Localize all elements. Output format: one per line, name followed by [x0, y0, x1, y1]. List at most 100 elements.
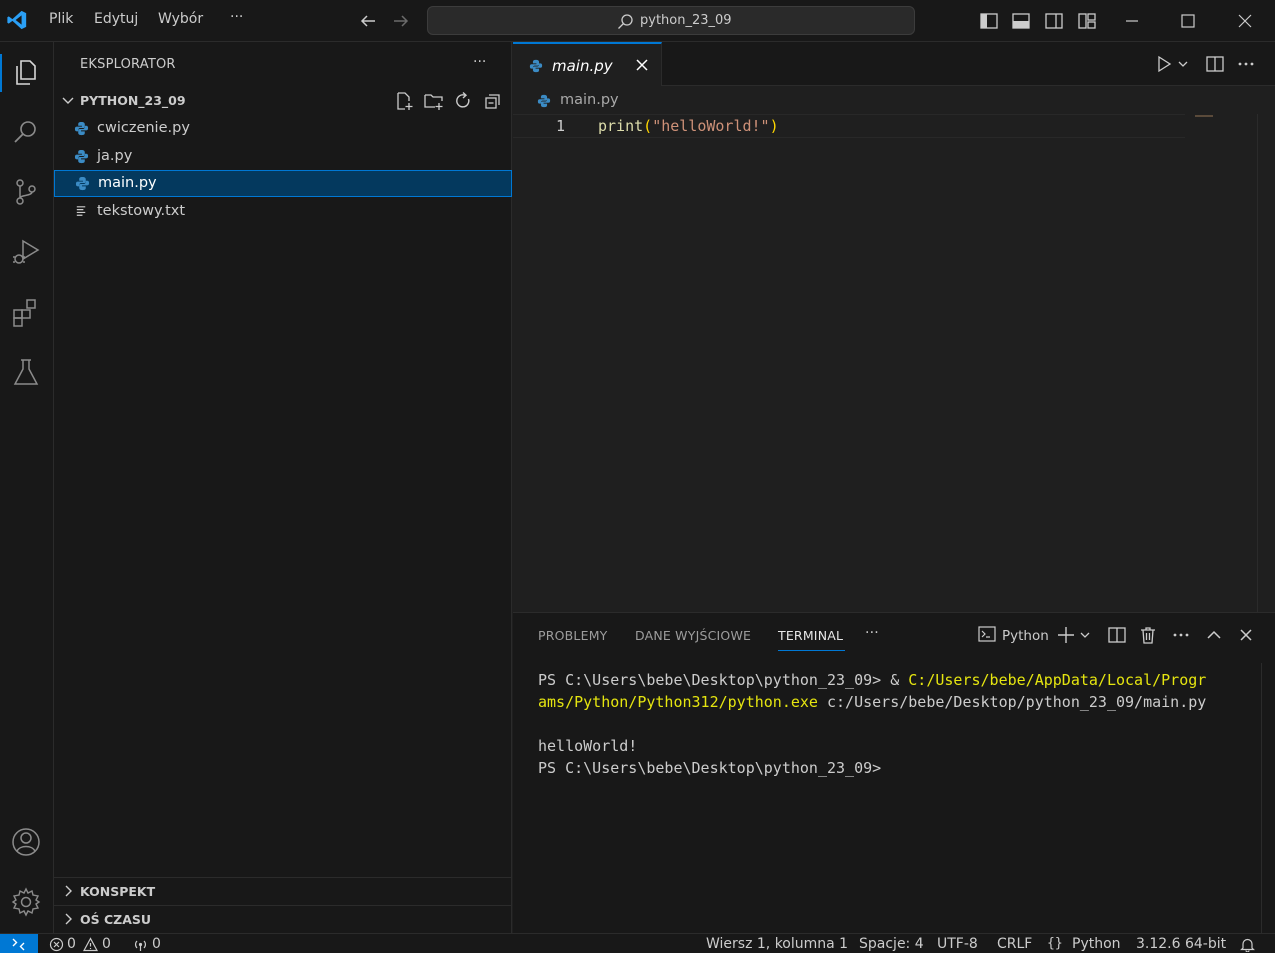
source-control-icon[interactable]	[11, 177, 41, 207]
arrow-right-icon[interactable]	[391, 11, 411, 31]
terminal-scrollbar[interactable]	[1261, 663, 1275, 934]
toggle-secondary-sidebar-icon[interactable]	[1044, 11, 1064, 31]
code-paren-open: (	[643, 117, 653, 135]
folder-name: PYTHON_23_09	[80, 93, 186, 108]
file-item[interactable]: tekstowy.txt	[54, 198, 512, 225]
file-name: tekstowy.txt	[97, 203, 186, 219]
editor-scrollbar[interactable]	[1257, 114, 1275, 612]
file-item-selected[interactable]: main.py	[54, 170, 512, 197]
active-tab-indicator	[778, 650, 845, 651]
customize-layout-icon[interactable]	[1077, 11, 1097, 31]
terminal-profile-label[interactable]: Python	[1002, 628, 1049, 644]
end-of-line[interactable]: CRLF	[997, 936, 1032, 952]
chevron-down-icon[interactable]	[1176, 54, 1190, 74]
ports-icon	[135, 940, 146, 951]
code-string: "helloWorld!"	[652, 117, 770, 135]
gear-icon[interactable]	[11, 887, 41, 917]
activity-bar	[0, 42, 54, 933]
tab-main-py[interactable]: main.py	[513, 42, 662, 86]
python-icon	[74, 149, 89, 164]
tab-label: main.py	[552, 57, 613, 75]
active-indicator	[0, 54, 2, 92]
close-panel-icon[interactable]	[1236, 625, 1256, 645]
tab-terminal[interactable]: TERMINAL	[778, 628, 843, 643]
tab-output[interactable]: DANE WYJŚCIOWE	[635, 628, 751, 643]
remote-icon	[12, 938, 25, 951]
new-terminal-icon[interactable]	[1056, 625, 1076, 645]
terminal-line: PS C:\Users\bebe\Desktop\python_23_09> &…	[538, 669, 1206, 691]
remote-indicator[interactable]	[0, 934, 38, 953]
warning-count[interactable]: 0	[102, 936, 111, 952]
editor-tab-bar: main.py	[513, 42, 1275, 86]
sidebar-title: EKSPLORATOR	[80, 57, 176, 72]
text-file-icon	[76, 206, 86, 216]
testing-flask-icon[interactable]	[11, 357, 41, 387]
code-paren-close: )	[769, 117, 779, 135]
ports-count[interactable]: 0	[152, 936, 161, 952]
python-interpreter[interactable]: 3.12.6 64-bit	[1136, 936, 1226, 952]
cursor-position[interactable]: Wiersz 1, kolumna 1	[706, 936, 848, 952]
vscode-logo-icon	[7, 10, 27, 30]
terminal-output[interactable]: PS C:\Users\bebe\Desktop\python_23_09> &…	[538, 669, 1206, 779]
accounts-icon[interactable]	[11, 827, 41, 857]
search-icon[interactable]	[11, 117, 41, 147]
code-text[interactable]: print("helloWorld!")	[598, 117, 779, 135]
split-terminal-icon[interactable]	[1107, 625, 1127, 645]
file-name: cwiczenie.py	[97, 120, 190, 136]
chevron-right-icon	[65, 913, 72, 925]
run-icon[interactable]	[1154, 54, 1174, 74]
terminal-argument: c:/Users/bebe/Desktop/python_23_09/main.…	[817, 693, 1207, 711]
new-file-icon[interactable]	[394, 91, 414, 111]
refresh-icon[interactable]	[453, 91, 473, 111]
menu-file[interactable]: Plik	[49, 11, 73, 27]
python-icon	[537, 94, 551, 108]
terminal-prompt: PS C:\Users\bebe\Desktop\python_23_09>	[538, 759, 882, 777]
maximize-icon[interactable]	[1178, 11, 1198, 31]
split-editor-icon[interactable]	[1205, 54, 1225, 74]
terminal-command: C:/Users/bebe/AppData/Local/Progr	[908, 671, 1207, 689]
timeline-label: OŚ CZASU	[80, 912, 152, 927]
terminal-icon[interactable]	[977, 624, 997, 644]
chevron-up-icon[interactable]	[1204, 625, 1224, 645]
error-count[interactable]: 0	[67, 936, 76, 952]
status-bar: 0 0 0 Wiersz 1, kolumna 1 Spacje: 4 UTF-…	[0, 933, 1275, 953]
tab-problems[interactable]: PROBLEMY	[538, 628, 608, 643]
collapse-all-icon[interactable]	[483, 91, 503, 111]
new-folder-icon[interactable]	[424, 91, 444, 111]
close-icon[interactable]	[634, 57, 650, 73]
indentation[interactable]: Spacje: 4	[859, 936, 924, 952]
more-actions-icon[interactable]	[1236, 54, 1256, 74]
language-mode[interactable]: Python	[1072, 936, 1121, 952]
minimize-icon[interactable]	[1122, 11, 1142, 31]
explorer-sidebar: EKSPLORATOR ··· PYTHON_23_09 cwiczenie.p…	[54, 42, 512, 933]
run-and-debug-icon[interactable]	[11, 237, 41, 267]
menu-more[interactable]: ···	[230, 9, 243, 25]
file-item[interactable]: ja.py	[54, 143, 512, 170]
menu-selection[interactable]: Wybór	[158, 11, 203, 27]
minimap[interactable]	[1195, 115, 1213, 117]
panel-more-tabs[interactable]: ···	[865, 625, 879, 641]
sidebar-more-actions[interactable]: ···	[473, 54, 495, 74]
timeline-section[interactable]: OŚ CZASU	[54, 905, 512, 932]
extensions-icon[interactable]	[11, 297, 41, 327]
bell-icon[interactable]	[1240, 937, 1255, 952]
outline-section[interactable]: KONSPEKT	[54, 877, 512, 904]
command-center[interactable]: python_23_09	[427, 6, 915, 35]
toggle-panel-icon[interactable]	[1011, 11, 1031, 31]
toggle-primary-sidebar-icon[interactable]	[979, 11, 999, 31]
encoding[interactable]: UTF-8	[937, 936, 978, 952]
folder-header[interactable]: PYTHON_23_09	[54, 89, 512, 113]
menu-edit[interactable]: Edytuj	[94, 11, 138, 27]
file-name: ja.py	[97, 148, 133, 164]
code-line[interactable]: 1 print("helloWorld!")	[513, 114, 1185, 138]
explorer-icon[interactable]	[11, 57, 41, 87]
trash-icon[interactable]	[1138, 625, 1158, 645]
file-item[interactable]: cwiczenie.py	[54, 115, 512, 142]
chevron-down-icon	[62, 97, 74, 104]
warning-icon	[83, 937, 98, 952]
arrow-left-icon[interactable]	[358, 11, 378, 31]
close-window-icon[interactable]	[1235, 11, 1255, 31]
line-number: 1	[556, 117, 566, 135]
more-actions-icon[interactable]	[1171, 625, 1191, 645]
chevron-down-icon[interactable]	[1078, 625, 1092, 645]
